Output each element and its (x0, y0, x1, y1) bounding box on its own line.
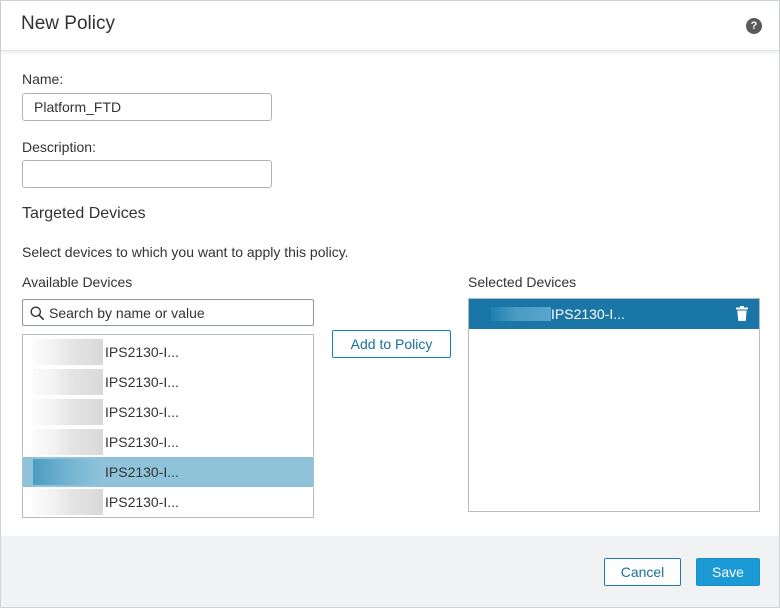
device-name-redacted (33, 459, 103, 485)
available-device-item[interactable]: IPS2130-I... (23, 337, 313, 367)
dialog-header: New Policy ? (1, 1, 779, 51)
trash-icon[interactable] (736, 306, 748, 321)
available-device-name: IPS2130-I... (105, 404, 179, 420)
description-label: Description: (22, 139, 96, 155)
available-device-name: IPS2130-I... (105, 464, 179, 480)
cancel-button[interactable]: Cancel (604, 558, 681, 586)
available-device-item[interactable]: IPS2130-I... (23, 427, 313, 457)
available-devices-list[interactable]: IPS2130-I... IPS2130-I... IPS2130-I... IPS2… (22, 334, 314, 518)
name-field[interactable] (22, 93, 272, 121)
dialog-title: New Policy (21, 13, 115, 34)
help-icon[interactable]: ? (746, 18, 762, 34)
device-name-redacted (33, 429, 103, 455)
device-name-redacted (33, 339, 103, 365)
description-field[interactable] (22, 160, 272, 188)
targeted-devices-title: Targeted Devices (22, 205, 146, 222)
new-policy-dialog: New Policy ? Name: Description: Targeted… (0, 0, 780, 608)
device-name-redacted (491, 307, 551, 321)
available-device-name: IPS2130-I... (105, 494, 179, 510)
available-device-name: IPS2130-I... (105, 374, 179, 390)
selected-devices-list[interactable]: IPS2130-I... (468, 298, 760, 512)
device-name-redacted (33, 489, 103, 515)
save-button[interactable]: Save (696, 558, 760, 586)
available-device-item[interactable]: IPS2130-I... (23, 487, 313, 517)
name-label: Name: (22, 71, 64, 87)
device-search-box[interactable] (22, 299, 314, 326)
search-icon (30, 306, 44, 320)
available-device-item[interactable]: IPS2130-I... (23, 397, 313, 427)
available-devices-label: Available Devices (22, 274, 133, 290)
selected-device-name: IPS2130-I... (551, 306, 625, 322)
targeted-devices-instructions: Select devices to which you want to appl… (22, 244, 349, 260)
selected-devices-label: Selected Devices (468, 274, 577, 290)
available-device-name: IPS2130-I... (105, 434, 179, 450)
selected-device-item[interactable]: IPS2130-I... (469, 299, 759, 329)
device-name-redacted (33, 369, 103, 395)
dialog-footer: Cancel Save (1, 536, 779, 607)
available-device-item[interactable]: IPS2130-I... (23, 457, 313, 487)
add-to-policy-button[interactable]: Add to Policy (332, 330, 451, 358)
search-input[interactable] (49, 302, 309, 323)
available-device-name: IPS2130-I... (105, 344, 179, 360)
device-name-redacted (33, 399, 103, 425)
available-device-item[interactable]: IPS2130-I... (23, 367, 313, 397)
